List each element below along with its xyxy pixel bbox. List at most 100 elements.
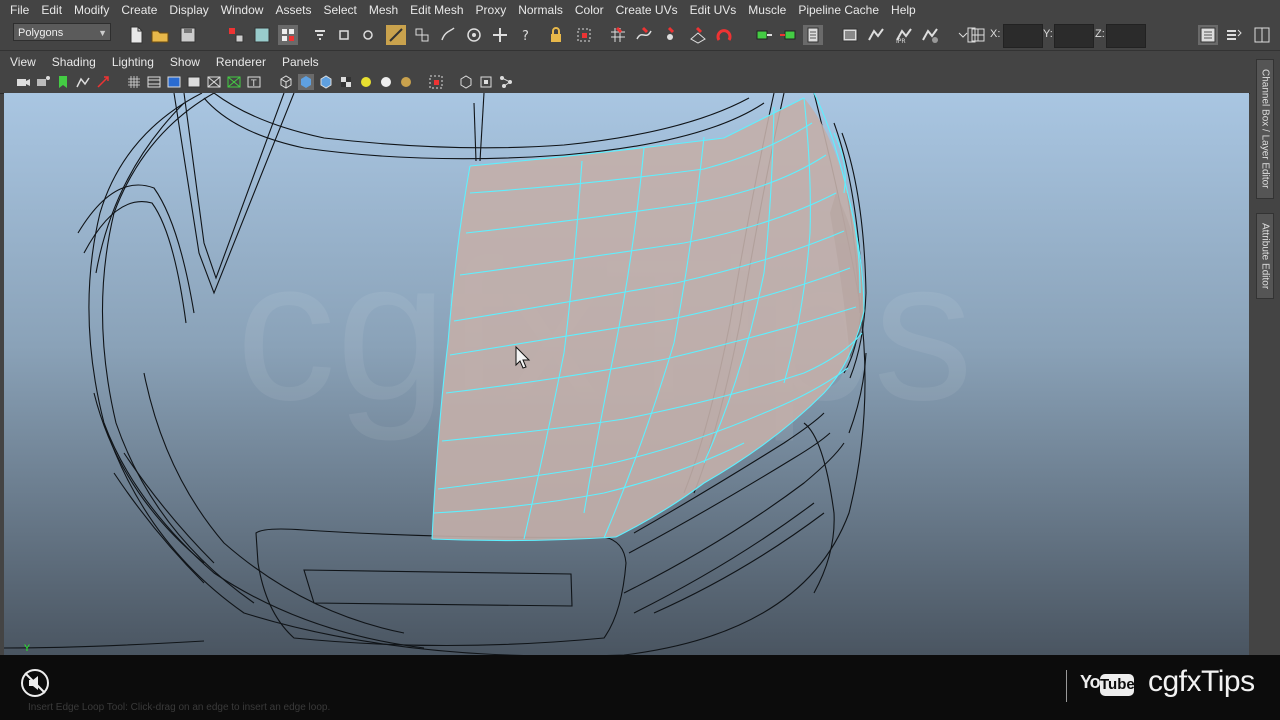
menu-edit[interactable]: Edit (35, 0, 68, 20)
menu-muscle[interactable]: Muscle (742, 0, 792, 20)
use-all-lights-icon[interactable] (358, 74, 374, 90)
chevron-down-icon: ▼ (98, 28, 107, 38)
render-settings-icon[interactable] (920, 25, 940, 45)
snap-to-curves-icon[interactable] (634, 25, 654, 45)
ipr-render-icon[interactable]: IPR (894, 25, 914, 45)
save-scene-icon[interactable] (178, 25, 198, 45)
smooth-shade-icon[interactable] (298, 74, 314, 90)
points-mask-icon[interactable] (334, 25, 354, 45)
soft-select-icon[interactable] (464, 25, 484, 45)
snap-to-view-planes-icon[interactable] (688, 25, 708, 45)
menu-help[interactable]: Help (885, 0, 922, 20)
highlight-selection-icon[interactable] (574, 25, 594, 45)
menu-set-value: Polygons (18, 27, 64, 39)
menu-normals[interactable]: Normals (512, 0, 569, 20)
menu-select[interactable]: Select (317, 0, 362, 20)
menu-display[interactable]: Display (163, 0, 214, 20)
x-field-label: X: (990, 28, 1001, 40)
wireframe-icon[interactable] (278, 74, 294, 90)
status-line-toolbar: Polygons ▼ ? IPR X: Y: Z: (0, 20, 1280, 51)
snap-to-points-icon[interactable] (660, 25, 680, 45)
safe-action-icon[interactable] (226, 74, 242, 90)
lock-selection-icon[interactable] (546, 25, 566, 45)
uv-mask-icon[interactable] (438, 25, 458, 45)
main-menubar: File Edit Modify Create Display Window A… (0, 0, 1280, 20)
construction-history-icon[interactable] (803, 25, 823, 45)
textured-icon[interactable] (338, 74, 354, 90)
panel-menubar: View Shading Lighting Show Renderer Pane… (0, 53, 1250, 71)
make-live-icon[interactable] (714, 25, 734, 45)
menu-edit-uvs[interactable]: Edit UVs (684, 0, 743, 20)
field-chart-icon[interactable] (206, 74, 222, 90)
render-view-icon[interactable] (840, 25, 860, 45)
channel-brand-text: cgfxTips (1148, 665, 1255, 698)
z-field-label: Z: (1095, 28, 1105, 40)
panel-menu-renderer[interactable]: Renderer (206, 53, 272, 71)
wireframe-on-shaded-icon[interactable] (318, 74, 334, 90)
xray-joints-icon[interactable] (498, 74, 514, 90)
xray-icon[interactable] (458, 74, 474, 90)
bookmarks-icon[interactable] (55, 74, 71, 90)
channel-box-toggle-icon[interactable] (1252, 25, 1272, 45)
menu-create[interactable]: Create (115, 0, 163, 20)
input-connections-icon[interactable] (754, 25, 774, 45)
curve-mask-icon[interactable] (358, 25, 378, 45)
panel-menu-panels[interactable]: Panels (272, 53, 325, 71)
z-field[interactable] (1106, 24, 1146, 48)
gate-mask-icon[interactable] (186, 74, 202, 90)
panel-toolbar: T (0, 71, 1250, 94)
2d-pan-zoom-icon[interactable] (95, 74, 111, 90)
select-by-component-icon[interactable] (278, 25, 298, 45)
panel-menu-show[interactable]: Show (160, 53, 206, 71)
high-quality-icon[interactable] (398, 74, 414, 90)
xray-active-components-icon[interactable] (478, 74, 494, 90)
panel-menu-shading[interactable]: Shading (42, 53, 102, 71)
misc-mask-icon[interactable]: ? (516, 25, 536, 45)
menu-file[interactable]: File (0, 0, 35, 20)
film-gate-icon[interactable] (146, 74, 162, 90)
muted-sound-icon (20, 668, 50, 698)
select-by-object-icon[interactable] (252, 25, 272, 45)
hierarchy-mask-icon[interactable] (310, 25, 330, 45)
menu-assets[interactable]: Assets (269, 0, 317, 20)
svg-text:IPR: IPR (896, 38, 906, 45)
menu-proxy[interactable]: Proxy (470, 0, 513, 20)
toggle-sidebar-icon[interactable] (1198, 25, 1218, 45)
shadows-icon[interactable] (378, 74, 394, 90)
new-scene-icon[interactable] (126, 25, 146, 45)
panel-menu-view[interactable]: View (0, 53, 42, 71)
menu-color[interactable]: Color (569, 0, 610, 20)
y-field[interactable] (1054, 24, 1094, 48)
menu-edit-mesh[interactable]: Edit Mesh (404, 0, 469, 20)
y-field-label: Y: (1043, 28, 1053, 40)
perspective-viewport[interactable]: cgfxTips (4, 93, 1249, 655)
open-scene-icon[interactable] (150, 25, 170, 45)
camera-attributes-icon[interactable] (35, 74, 51, 90)
edge-mask-icon[interactable] (386, 25, 406, 45)
face-mask-icon[interactable] (412, 25, 432, 45)
transform-field-mode-icon[interactable] (968, 25, 988, 45)
menu-pipeline-cache[interactable]: Pipeline Cache (792, 0, 885, 20)
panel-menu-lighting[interactable]: Lighting (102, 53, 160, 71)
x-field[interactable] (1003, 24, 1043, 48)
grid-icon[interactable] (126, 74, 142, 90)
tool-settings-icon[interactable] (1224, 25, 1244, 45)
menu-create-uvs[interactable]: Create UVs (610, 0, 684, 20)
image-plane-icon[interactable] (75, 74, 91, 90)
pivot-mask-icon[interactable] (490, 25, 510, 45)
tab-channel-box[interactable]: Channel Box / Layer Editor (1256, 59, 1274, 199)
right-tab-strip: Channel Box / Layer Editor Attribute Edi… (1250, 53, 1280, 655)
resolution-gate-icon[interactable] (166, 74, 182, 90)
menu-mesh[interactable]: Mesh (363, 0, 404, 20)
select-camera-icon[interactable] (15, 74, 31, 90)
menu-window[interactable]: Window (215, 0, 270, 20)
menu-modify[interactable]: Modify (68, 0, 115, 20)
select-by-hierarchy-icon[interactable] (226, 25, 246, 45)
render-current-frame-icon[interactable] (866, 25, 886, 45)
menu-set-dropdown[interactable]: Polygons ▼ (13, 23, 111, 41)
tab-attribute-editor[interactable]: Attribute Editor (1256, 213, 1274, 299)
isolate-select-icon[interactable] (428, 74, 444, 90)
output-connections-icon[interactable] (778, 25, 798, 45)
snap-to-grids-icon[interactable] (608, 25, 628, 45)
safe-title-icon[interactable]: T (246, 74, 262, 90)
